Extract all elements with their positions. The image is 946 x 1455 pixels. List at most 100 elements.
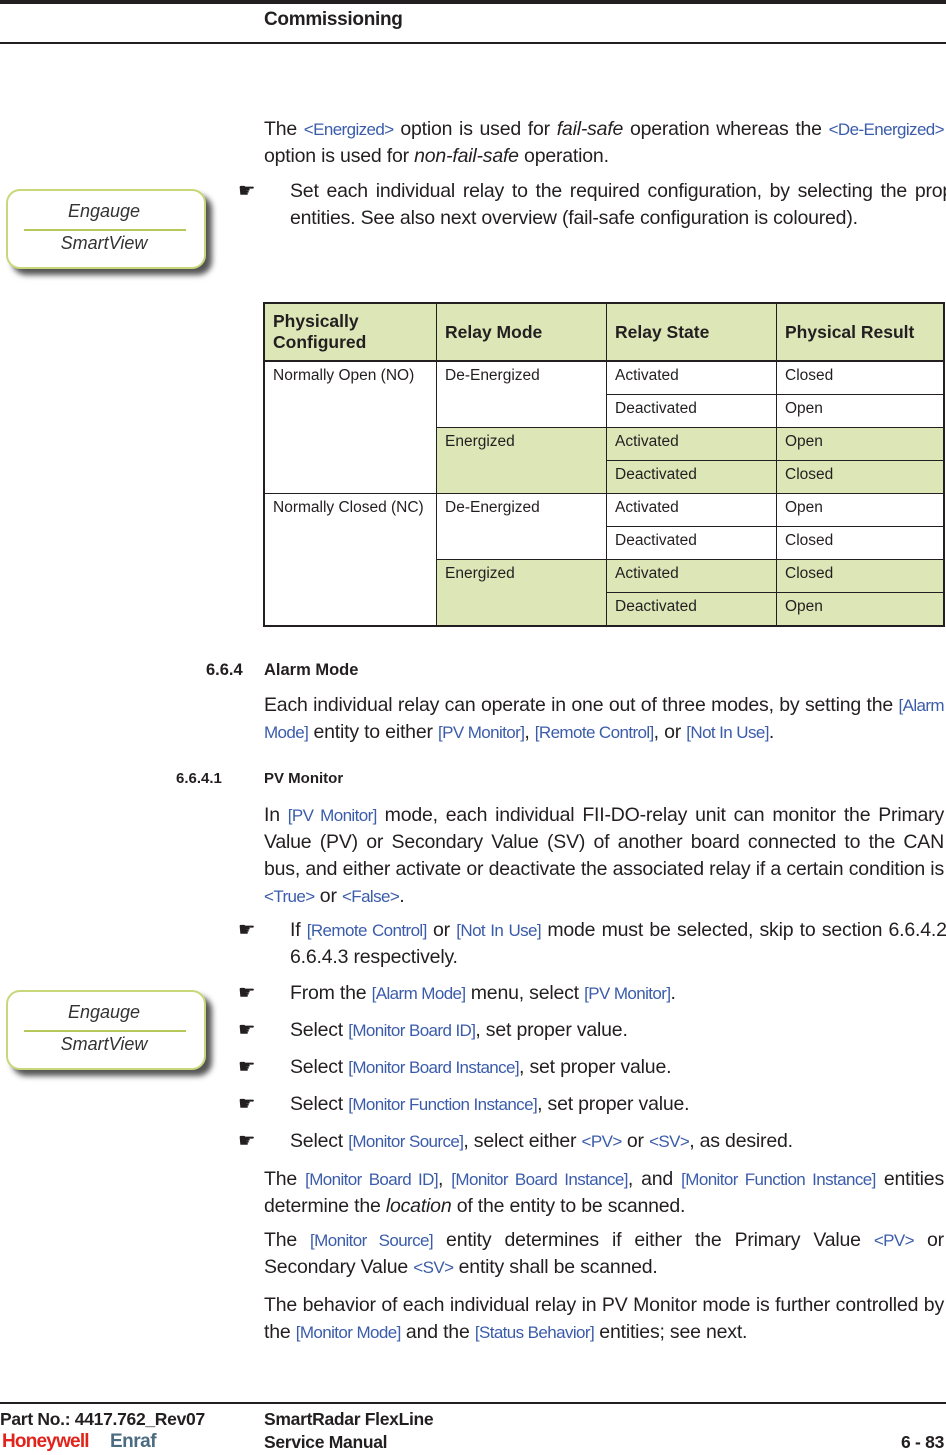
- text: operation whereas the: [623, 118, 829, 140]
- entity-monitor-board-instance: [Monitor Board Instance]: [451, 1170, 628, 1189]
- state-cell: Deactivated: [606, 592, 777, 627]
- entity-monitor-board-id: [Monitor Board ID]: [348, 1021, 476, 1040]
- engauge-smartview-badge: Engauge SmartView: [6, 990, 206, 1072]
- table-header-row: Physically Configured Relay Mode Relay S…: [263, 302, 945, 362]
- text: or: [314, 885, 342, 907]
- text: option is used for: [264, 145, 415, 167]
- relay-configuration-table: Physically Configured Relay Mode Relay S…: [263, 302, 945, 627]
- badge-line-1: Engauge: [67, 201, 141, 221]
- entity-energized: <Energized>: [303, 120, 394, 139]
- badge-line-2: SmartView: [60, 233, 148, 253]
- entity-true: <True>: [264, 887, 315, 906]
- entity-monitor-board-instance: [Monitor Board Instance]: [348, 1058, 520, 1077]
- intro-paragraph: The <Energized> option is used for fail-…: [264, 116, 945, 170]
- entity-pv: <PV>: [581, 1132, 623, 1151]
- text: , set proper value.: [519, 1056, 672, 1078]
- text: of the entity to be scanned.: [451, 1195, 686, 1217]
- result-cell: Closed: [776, 526, 945, 560]
- alarm-mode-paragraph: Each individual relay can operate in one…: [264, 692, 945, 746]
- result-cell: Open: [776, 493, 945, 527]
- text: entity determines if either the Primary …: [433, 1229, 874, 1251]
- pointing-hand-icon: ☛: [238, 180, 256, 202]
- product-name: SmartRadar FlexLine: [264, 1409, 434, 1429]
- emphasis: non-fail-safe: [414, 145, 519, 167]
- section-number: 6.6.4: [206, 661, 243, 679]
- manual-name: Service Manual: [264, 1432, 388, 1452]
- text: Each individual relay can operate in one…: [264, 694, 899, 716]
- text: ,: [524, 721, 535, 743]
- mode-cell: Energized: [436, 427, 607, 494]
- source-paragraph: The [Monitor Source] entity determines i…: [264, 1227, 944, 1281]
- instruction-bullet: ☛ Select [Monitor Board ID], set proper v…: [238, 1017, 946, 1044]
- instruction-bullet: ☛ If [Remote Control] or [Not In Use] mod…: [238, 917, 946, 971]
- text: , set proper value.: [475, 1019, 628, 1041]
- pointing-hand-icon: ☛: [238, 1056, 256, 1078]
- mode-cell: De-Energized: [436, 493, 607, 560]
- text: Select: [290, 1130, 349, 1152]
- entity-sv: <SV>: [413, 1258, 454, 1277]
- entity-de-energized: <De-Energized>: [828, 120, 945, 139]
- pointing-hand-icon: ☛: [238, 1019, 256, 1041]
- behavior-paragraph: The behavior of each individual relay in…: [264, 1292, 944, 1346]
- text: The: [264, 118, 304, 140]
- pointing-hand-icon: ☛: [238, 1130, 256, 1152]
- mode-cell: De-Energized: [436, 360, 607, 428]
- instruction-bullet: ☛ Select [Monitor Board Instance], set pr…: [238, 1054, 946, 1081]
- entity-pv-monitor: [PV Monitor]: [437, 723, 525, 742]
- pointing-hand-icon: ☛: [238, 1093, 256, 1115]
- entity-not-in-use: [Not In Use]: [686, 723, 769, 742]
- text: From the: [290, 982, 372, 1004]
- text: and the: [400, 1321, 475, 1343]
- text: Select: [290, 1019, 349, 1041]
- instruction-bullet: ☛ From the [Alarm Mode] menu, select [PV …: [238, 980, 946, 1007]
- column-header: Relay State: [606, 302, 777, 362]
- entity-pv: <PV>: [873, 1231, 915, 1250]
- column-header: Physical Result: [776, 302, 945, 362]
- entity-monitor-source: [Monitor Source]: [310, 1231, 434, 1250]
- state-cell: Activated: [606, 427, 777, 461]
- page-number: 6 - 83: [901, 1432, 944, 1452]
- part-number: Part No.: 4417.762_Rev07: [0, 1409, 205, 1429]
- footer-divider: [0, 1402, 946, 1404]
- entity-remote-control: [Remote Control]: [534, 723, 655, 742]
- column-header: Relay Mode: [436, 302, 607, 362]
- pointing-hand-icon: ☛: [238, 982, 256, 1004]
- pv-monitor-paragraph: In [PV Monitor] mode, each individual FI…: [264, 802, 944, 910]
- result-cell: Closed: [776, 559, 945, 593]
- entity-status-behavior: [Status Behavior]: [474, 1323, 595, 1342]
- entity-remote-control: [Remote Control]: [306, 921, 428, 940]
- entity-monitor-function-instance: [Monitor Function Instance]: [348, 1095, 538, 1114]
- instruction-bullet: ☛ Select [Monitor Source], select either …: [238, 1128, 946, 1155]
- subsection-title: PV Monitor: [264, 770, 344, 787]
- result-cell: Open: [776, 592, 945, 627]
- text: entity shall be scanned.: [453, 1256, 658, 1278]
- state-cell: Deactivated: [606, 394, 777, 428]
- section-title: Alarm Mode: [264, 661, 359, 679]
- subsection-number: 6.6.4.1: [176, 770, 222, 787]
- instruction-bullet: ☛ Set each individual relay to the requir…: [238, 178, 946, 232]
- state-cell: Activated: [606, 559, 777, 593]
- entity-false: <False>: [341, 887, 400, 906]
- pointing-hand-icon: ☛: [238, 919, 256, 941]
- emphasis: fail-safe: [556, 118, 624, 140]
- entity-pv-monitor: [PV Monitor]: [584, 984, 671, 1003]
- honeywell-logo: Honeywell: [2, 1431, 90, 1452]
- text: .: [670, 982, 676, 1004]
- text: .: [768, 721, 775, 743]
- header-divider: [0, 42, 946, 44]
- text: entity to either: [308, 721, 438, 743]
- text: The: [264, 1168, 306, 1190]
- state-cell: Deactivated: [606, 460, 777, 494]
- instruction-bullet: ☛ Select [Monitor Function Instance], set…: [238, 1091, 946, 1118]
- result-cell: Open: [776, 427, 945, 461]
- state-cell: Activated: [606, 360, 777, 395]
- entity-monitor-board-id: [Monitor Board ID]: [305, 1170, 438, 1189]
- text: , or: [653, 721, 687, 743]
- text: or: [621, 1130, 650, 1152]
- entity-not-in-use: [Not In Use]: [456, 921, 542, 940]
- text: option is used for: [393, 118, 557, 140]
- text: The: [264, 1229, 311, 1251]
- entity-sv: <SV>: [649, 1132, 690, 1151]
- text: menu, select: [465, 982, 585, 1004]
- entity-monitor-mode: [Monitor Mode]: [295, 1323, 402, 1342]
